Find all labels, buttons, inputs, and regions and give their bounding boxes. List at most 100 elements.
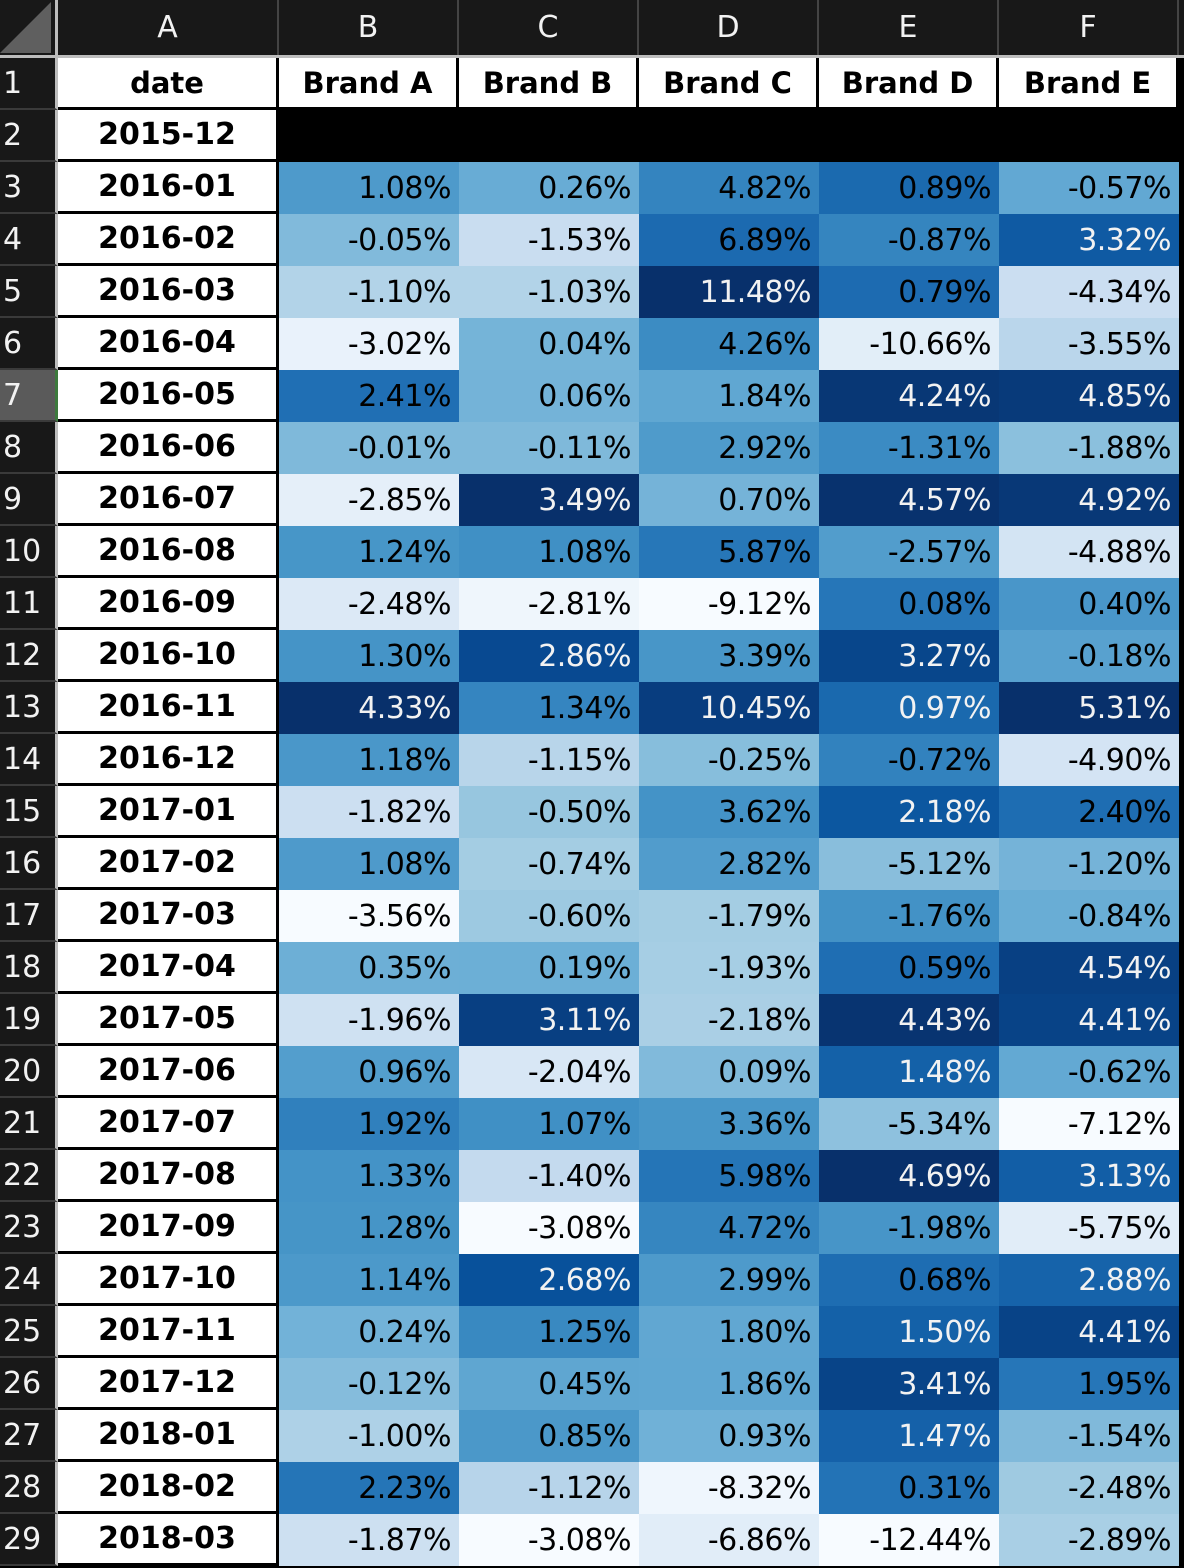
value-cell-brand-d[interactable]: 1.48% bbox=[819, 1046, 999, 1098]
value-cell-brand-b[interactable]: 2.86% bbox=[459, 630, 639, 682]
value-cell-brand-a[interactable]: 2.41% bbox=[279, 370, 459, 422]
value-cell-brand-a[interactable]: 0.96% bbox=[279, 1046, 459, 1098]
header-cell-brand-d[interactable]: Brand D bbox=[819, 58, 999, 110]
date-cell[interactable]: 2016-08 bbox=[58, 526, 279, 578]
value-cell-brand-b[interactable]: 0.26% bbox=[459, 162, 639, 214]
row-number[interactable]: 11 bbox=[0, 578, 58, 630]
row-number[interactable]: 12 bbox=[0, 630, 58, 682]
header-cell-brand-c[interactable]: Brand C bbox=[639, 58, 819, 110]
value-cell-brand-d[interactable]: -1.76% bbox=[819, 890, 999, 942]
value-cell-brand-b[interactable]: 3.49% bbox=[459, 474, 639, 526]
row-number[interactable]: 24 bbox=[0, 1254, 58, 1306]
value-cell-brand-b[interactable]: 0.06% bbox=[459, 370, 639, 422]
value-cell-brand-b[interactable]: -0.50% bbox=[459, 786, 639, 838]
row-number[interactable]: 5 bbox=[0, 266, 58, 318]
date-cell[interactable]: 2017-12 bbox=[58, 1358, 279, 1410]
value-cell-brand-e[interactable]: 4.41% bbox=[999, 994, 1179, 1046]
row-number[interactable]: 1 bbox=[0, 58, 58, 110]
row-number[interactable]: 21 bbox=[0, 1098, 58, 1150]
date-cell[interactable]: 2016-02 bbox=[58, 214, 279, 266]
header-cell-brand-b[interactable]: Brand B bbox=[459, 58, 639, 110]
value-cell-brand-d[interactable]: 2.18% bbox=[819, 786, 999, 838]
column-header-b[interactable]: B bbox=[279, 0, 459, 55]
value-cell-brand-e[interactable]: -0.18% bbox=[999, 630, 1179, 682]
value-cell-brand-e[interactable]: 1.95% bbox=[999, 1358, 1179, 1410]
date-cell[interactable]: 2016-09 bbox=[58, 578, 279, 630]
value-cell-brand-a[interactable]: -2.48% bbox=[279, 578, 459, 630]
value-cell-brand-a[interactable]: -1.82% bbox=[279, 786, 459, 838]
value-cell-brand-e[interactable]: -1.54% bbox=[999, 1410, 1179, 1462]
value-cell-brand-c[interactable]: -1.93% bbox=[639, 942, 819, 994]
value-cell-brand-a[interactable]: -2.85% bbox=[279, 474, 459, 526]
value-cell-brand-c[interactable]: 3.39% bbox=[639, 630, 819, 682]
date-cell[interactable]: 2016-04 bbox=[58, 318, 279, 370]
value-cell-brand-d[interactable]: 0.79% bbox=[819, 266, 999, 318]
value-cell-brand-b[interactable]: -1.12% bbox=[459, 1462, 639, 1514]
value-cell-brand-d[interactable]: -1.98% bbox=[819, 1202, 999, 1254]
value-cell-brand-d[interactable]: 0.08% bbox=[819, 578, 999, 630]
value-cell-brand-b[interactable]: -2.81% bbox=[459, 578, 639, 630]
value-cell-brand-d[interactable]: 1.50% bbox=[819, 1306, 999, 1358]
value-cell-brand-b[interactable]: 0.45% bbox=[459, 1358, 639, 1410]
date-cell[interactable]: 2017-08 bbox=[58, 1150, 279, 1202]
date-cell[interactable]: 2018-01 bbox=[58, 1410, 279, 1462]
value-cell-brand-d[interactable]: -5.12% bbox=[819, 838, 999, 890]
row-number[interactable]: 3 bbox=[0, 162, 58, 214]
value-cell-brand-b[interactable]: 0.85% bbox=[459, 1410, 639, 1462]
value-cell-brand-a[interactable]: -1.00% bbox=[279, 1410, 459, 1462]
value-cell-brand-b[interactable]: -3.08% bbox=[459, 1202, 639, 1254]
value-cell-brand-e[interactable]: -2.89% bbox=[999, 1514, 1179, 1566]
value-cell-brand-d[interactable]: -1.31% bbox=[819, 422, 999, 474]
value-cell-brand-a[interactable]: 0.35% bbox=[279, 942, 459, 994]
row-number[interactable]: 28 bbox=[0, 1462, 58, 1514]
value-cell-brand-b[interactable]: -2.04% bbox=[459, 1046, 639, 1098]
value-cell-brand-e[interactable] bbox=[999, 110, 1179, 162]
row-number[interactable]: 23 bbox=[0, 1202, 58, 1254]
value-cell-brand-e[interactable]: -1.88% bbox=[999, 422, 1179, 474]
value-cell-brand-a[interactable]: 1.28% bbox=[279, 1202, 459, 1254]
date-cell[interactable]: 2017-04 bbox=[58, 942, 279, 994]
row-number[interactable]: 19 bbox=[0, 994, 58, 1046]
value-cell-brand-c[interactable]: 6.89% bbox=[639, 214, 819, 266]
value-cell-brand-c[interactable]: 4.72% bbox=[639, 1202, 819, 1254]
value-cell-brand-a[interactable]: -1.87% bbox=[279, 1514, 459, 1566]
value-cell-brand-c[interactable]: -2.18% bbox=[639, 994, 819, 1046]
value-cell-brand-b[interactable] bbox=[459, 110, 639, 162]
column-header-a[interactable]: A bbox=[58, 0, 279, 55]
value-cell-brand-d[interactable]: 4.69% bbox=[819, 1150, 999, 1202]
row-number[interactable]: 2 bbox=[0, 110, 58, 162]
value-cell-brand-c[interactable]: 2.82% bbox=[639, 838, 819, 890]
value-cell-brand-c[interactable]: -6.86% bbox=[639, 1514, 819, 1566]
value-cell-brand-d[interactable]: -0.72% bbox=[819, 734, 999, 786]
value-cell-brand-b[interactable]: 2.68% bbox=[459, 1254, 639, 1306]
value-cell-brand-c[interactable]: 0.93% bbox=[639, 1410, 819, 1462]
date-cell[interactable]: 2018-02 bbox=[58, 1462, 279, 1514]
value-cell-brand-d[interactable]: 4.43% bbox=[819, 994, 999, 1046]
date-cell[interactable]: 2017-10 bbox=[58, 1254, 279, 1306]
value-cell-brand-b[interactable]: 1.08% bbox=[459, 526, 639, 578]
date-cell[interactable]: 2017-06 bbox=[58, 1046, 279, 1098]
value-cell-brand-c[interactable]: 5.87% bbox=[639, 526, 819, 578]
column-header-e[interactable]: E bbox=[819, 0, 999, 55]
row-number[interactable]: 29 bbox=[0, 1514, 58, 1566]
value-cell-brand-a[interactable]: 1.18% bbox=[279, 734, 459, 786]
value-cell-brand-b[interactable]: -3.08% bbox=[459, 1514, 639, 1566]
date-cell[interactable]: 2017-02 bbox=[58, 838, 279, 890]
value-cell-brand-b[interactable]: 3.11% bbox=[459, 994, 639, 1046]
value-cell-brand-e[interactable]: -0.84% bbox=[999, 890, 1179, 942]
value-cell-brand-a[interactable]: 0.24% bbox=[279, 1306, 459, 1358]
value-cell-brand-c[interactable]: 1.84% bbox=[639, 370, 819, 422]
value-cell-brand-c[interactable]: 3.36% bbox=[639, 1098, 819, 1150]
date-cell[interactable]: 2016-06 bbox=[58, 422, 279, 474]
value-cell-brand-c[interactable]: -0.25% bbox=[639, 734, 819, 786]
header-cell-brand-e[interactable]: Brand E bbox=[999, 58, 1179, 110]
value-cell-brand-c[interactable] bbox=[639, 110, 819, 162]
value-cell-brand-a[interactable]: 1.24% bbox=[279, 526, 459, 578]
value-cell-brand-b[interactable]: -1.40% bbox=[459, 1150, 639, 1202]
value-cell-brand-a[interactable]: 1.92% bbox=[279, 1098, 459, 1150]
value-cell-brand-b[interactable]: -0.11% bbox=[459, 422, 639, 474]
row-number[interactable]: 10 bbox=[0, 526, 58, 578]
column-header-f[interactable]: F bbox=[999, 0, 1179, 55]
value-cell-brand-e[interactable]: 2.88% bbox=[999, 1254, 1179, 1306]
value-cell-brand-a[interactable]: 1.08% bbox=[279, 162, 459, 214]
